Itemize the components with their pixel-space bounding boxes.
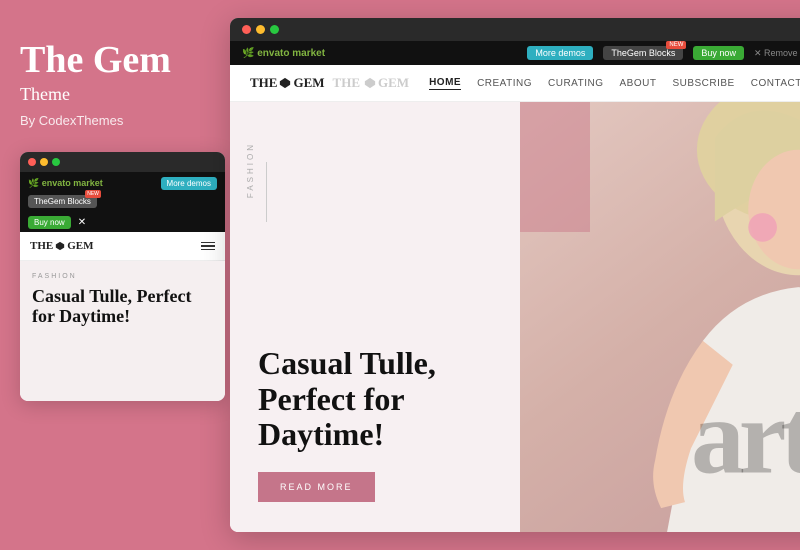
desktop-envato-logo: 🌿 envato market xyxy=(242,48,325,59)
site-logo: THE GEM THE GEM xyxy=(250,75,409,91)
desktop-buy-btn[interactable]: Buy now xyxy=(693,46,744,60)
theme-title: The Gem xyxy=(20,40,171,82)
hero-divider xyxy=(266,162,267,222)
hero-image-area: art xyxy=(520,102,800,532)
hero-title: Casual Tulle, Perfect for Daytime! xyxy=(258,346,492,452)
nav-link-curating[interactable]: CURATING xyxy=(548,78,603,89)
svg-text:art: art xyxy=(691,377,800,496)
mobile-dot-yellow xyxy=(40,158,48,166)
right-panel: 🌿 envato market More demos TheGem Blocks… xyxy=(230,0,800,550)
mobile-dot-green xyxy=(52,158,60,166)
mobile-hero-fashion-label: FASHION xyxy=(32,273,213,280)
desktop-close-btn[interactable]: ✕ Remove Frame xyxy=(754,48,800,59)
desktop-browser-bar xyxy=(230,18,800,41)
mobile-topbar-2: Buy now ✕ xyxy=(20,213,225,232)
nav-links: HOME CREATING CURATING ABOUT SUBSCRIBE C… xyxy=(429,77,800,90)
nav-link-contact[interactable]: CONTACT xyxy=(751,78,800,89)
mobile-hero-title: Casual Tulle, Perfect for Daytime! xyxy=(32,286,213,327)
mobile-preview: 🌿 envato market More demos TheGem Blocks… xyxy=(20,152,225,401)
theme-author: By CodexThemes xyxy=(20,113,123,128)
desktop-dot-yellow xyxy=(256,25,265,34)
nav-link-about[interactable]: ABOUT xyxy=(619,78,656,89)
new-badge: NEW xyxy=(85,190,101,198)
mobile-site-logo: THE GEM xyxy=(30,240,94,252)
theme-subtitle: Theme xyxy=(20,84,70,105)
mobile-close-btn[interactable]: ✕ xyxy=(78,217,86,228)
left-panel: The Gem Theme By CodexThemes 🌿 envato ma… xyxy=(0,0,230,550)
mobile-topbar: 🌿 envato market More demos TheGem Blocks… xyxy=(20,172,225,213)
desktop-more-demos-btn[interactable]: More demos xyxy=(527,46,593,60)
nav-link-home[interactable]: HOME xyxy=(429,77,461,90)
mobile-hamburger-icon[interactable] xyxy=(201,242,215,251)
desktop-new-badge: NEW xyxy=(666,41,686,49)
hero-fashion-label: FASHION xyxy=(246,142,255,198)
site-navigation: THE GEM THE GEM HOME CREATING CURATING A… xyxy=(230,65,800,102)
mobile-envato-logo: 🌿 envato market xyxy=(28,178,103,189)
desktop-topbar: 🌿 envato market More demos TheGem Blocks… xyxy=(230,41,800,65)
desktop-dot-red xyxy=(242,25,251,34)
nav-link-subscribe[interactable]: SUBSCRIBE xyxy=(672,78,734,89)
desktop-thegem-blocks-btn[interactable]: TheGem Blocks NEW xyxy=(603,46,683,60)
hero-left: FASHION Casual Tulle, Perfect for Daytim… xyxy=(230,102,520,532)
mobile-nav-bar: THE GEM xyxy=(20,232,225,261)
site-hero: FASHION Casual Tulle, Perfect for Daytim… xyxy=(230,102,800,532)
hero-read-more-btn[interactable]: READ MORE xyxy=(258,472,375,502)
mobile-thegem-blocks-btn[interactable]: TheGem Blocks NEW xyxy=(28,195,97,208)
hero-image: art xyxy=(520,102,800,532)
mobile-hero: FASHION Casual Tulle, Perfect for Daytim… xyxy=(20,261,225,401)
desktop-dot-green xyxy=(270,25,279,34)
pink-accent-block xyxy=(520,102,590,232)
desktop-preview: 🌿 envato market More demos TheGem Blocks… xyxy=(230,18,800,532)
mobile-buy-btn[interactable]: Buy now xyxy=(28,216,71,229)
mobile-dot-red xyxy=(28,158,36,166)
nav-link-creating[interactable]: CREATING xyxy=(477,78,532,89)
mobile-more-demos-btn[interactable]: More demos xyxy=(161,177,217,190)
mobile-browser-bar xyxy=(20,152,225,172)
